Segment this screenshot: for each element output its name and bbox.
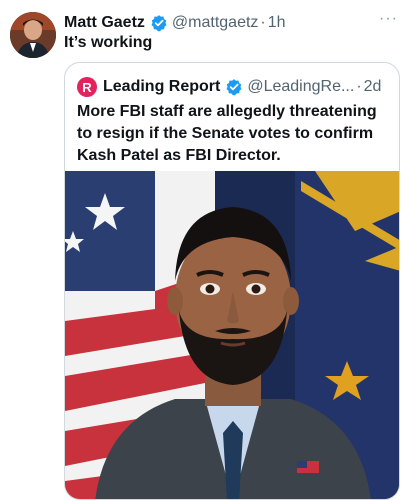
author-handle[interactable]: @mattgaetz [172,14,259,32]
tweet-text: It’s working [64,34,153,51]
author-name[interactable]: Matt Gaetz [64,14,145,32]
quoted-author-name[interactable]: Leading Report [103,78,220,96]
leading-report-logo-icon: R [77,77,97,97]
verified-badge-icon [150,14,168,32]
quoted-post-age[interactable]: 2d [364,78,382,96]
quoted-author-handle[interactable]: @LeadingRe... [247,78,354,96]
more-options-icon[interactable]: ··· [379,10,398,28]
post-age[interactable]: 1h [268,14,286,32]
separator-dot: · [356,78,362,95]
quoted-tweet-text: More FBI staff are allegedly threatening… [77,103,377,164]
avatar[interactable] [10,12,56,58]
quoted-tweet-card[interactable]: R Leading Report @LeadingRe... · 2d More… [64,62,400,500]
tweet-header: Matt Gaetz @mattgaetz · 1h ··· [64,10,398,34]
quoted-tweet-header: R Leading Report @LeadingRe... · 2d [77,75,389,99]
verified-badge-icon [225,78,243,96]
separator-dot: · [260,14,266,31]
quoted-tweet-photo[interactable] [65,171,399,499]
